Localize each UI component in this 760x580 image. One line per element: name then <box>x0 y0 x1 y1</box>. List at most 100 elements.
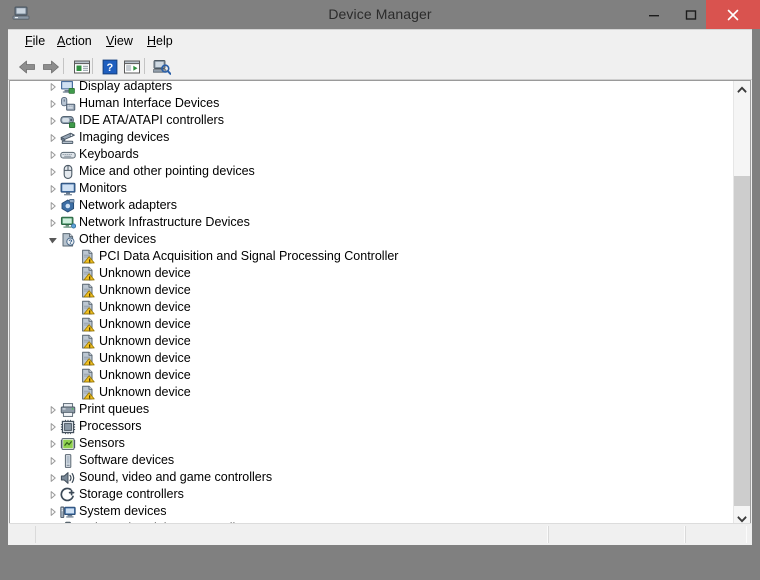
device-category-row[interactable]: IDE ATA/ATAPI controllers <box>10 112 733 129</box>
expand-triangle-icon[interactable] <box>46 129 60 146</box>
status-message <box>35 526 548 543</box>
expand-triangle-icon[interactable] <box>46 435 60 452</box>
device-label: System devices <box>79 503 167 520</box>
device-category-row[interactable]: Imaging devices <box>10 129 733 146</box>
device-category-row[interactable]: ? Other devices <box>10 231 733 248</box>
expand-triangle-icon[interactable] <box>46 469 60 486</box>
expand-triangle-icon[interactable] <box>46 418 60 435</box>
device-label: Network Infrastructure Devices <box>79 214 250 231</box>
printer-icon <box>60 402 76 418</box>
network-infra-icon <box>60 215 76 231</box>
toolbar-separator <box>144 58 145 74</box>
device-label: Network adapters <box>79 197 177 214</box>
expand-triangle-icon[interactable] <box>46 112 60 129</box>
device-tree: Display adapters Human Interface Devices… <box>10 81 733 527</box>
sensor-icon <box>60 436 76 452</box>
monitor-icon <box>60 181 76 197</box>
device-category-row[interactable]: Sound, video and game controllers <box>10 469 733 486</box>
device-manager-window: Device Manager File Action View Help <box>0 0 760 580</box>
device-item-row[interactable]: Unknown device <box>10 384 733 401</box>
toolbar: ? <box>8 53 752 80</box>
back-button[interactable] <box>16 56 38 77</box>
device-category-row[interactable]: Sensors <box>10 435 733 452</box>
device-label: Keyboards <box>79 146 139 163</box>
unknown-device-icon <box>80 351 96 367</box>
device-tree-pane[interactable]: Display adapters Human Interface Devices… <box>9 80 751 528</box>
device-label: Monitors <box>79 180 127 197</box>
menu-view[interactable]: View <box>101 34 138 50</box>
expand-triangle-icon[interactable] <box>46 503 60 520</box>
device-item-row[interactable]: Unknown device <box>10 350 733 367</box>
unknown-device-icon <box>80 317 96 333</box>
unknown-device-icon <box>80 249 96 265</box>
menu-action[interactable]: Action <box>52 34 97 50</box>
device-label: Unknown device <box>99 367 191 384</box>
other-device-icon: ? <box>60 232 76 248</box>
keyboard-icon <box>60 147 76 163</box>
device-category-row[interactable]: Mice and other pointing devices <box>10 163 733 180</box>
device-label: Display adapters <box>79 81 172 95</box>
forward-button[interactable] <box>40 56 62 77</box>
device-category-row[interactable]: Display adapters <box>10 81 733 95</box>
device-item-row[interactable]: Unknown device <box>10 265 733 282</box>
properties-button[interactable] <box>71 56 93 77</box>
device-category-row[interactable]: Keyboards <box>10 146 733 163</box>
device-category-row[interactable]: Human Interface Devices <box>10 95 733 112</box>
device-item-row[interactable]: Unknown device <box>10 316 733 333</box>
processor-icon <box>60 419 76 435</box>
close-button[interactable] <box>706 0 760 29</box>
device-label: Software devices <box>79 452 174 469</box>
device-label: Mice and other pointing devices <box>79 163 255 180</box>
menu-file[interactable]: File <box>20 34 50 50</box>
device-category-row[interactable]: Print queues <box>10 401 733 418</box>
device-item-row[interactable]: PCI Data Acquisition and Signal Processi… <box>10 248 733 265</box>
expand-triangle-icon[interactable] <box>46 163 60 180</box>
network-adapter-icon <box>60 198 76 214</box>
status-panel-2 <box>548 526 685 543</box>
vertical-scrollbar[interactable] <box>733 81 750 527</box>
expand-triangle-icon[interactable] <box>46 452 60 469</box>
toolbar-separator <box>63 58 64 74</box>
device-label: Unknown device <box>99 316 191 333</box>
ide-controller-icon <box>60 113 76 129</box>
collapse-triangle-icon[interactable] <box>46 231 60 248</box>
device-item-row[interactable]: Unknown device <box>10 367 733 384</box>
device-item-row[interactable]: Unknown device <box>10 299 733 316</box>
device-category-row[interactable]: Storage controllers <box>10 486 733 503</box>
unknown-device-icon <box>80 266 96 282</box>
update-driver-button[interactable] <box>121 56 143 77</box>
expand-triangle-icon[interactable] <box>46 401 60 418</box>
svg-text:?: ? <box>107 61 114 73</box>
device-label: Unknown device <box>99 282 191 299</box>
device-category-row[interactable]: Network adapters <box>10 197 733 214</box>
device-label: Sensors <box>79 435 125 452</box>
device-label: Unknown device <box>99 384 191 401</box>
device-category-row[interactable]: Processors <box>10 418 733 435</box>
expand-triangle-icon[interactable] <box>46 81 60 95</box>
device-label: IDE ATA/ATAPI controllers <box>79 112 224 129</box>
expand-triangle-icon[interactable] <box>46 180 60 197</box>
title-bar: Device Manager <box>0 0 760 29</box>
menu-help[interactable]: Help <box>142 34 178 50</box>
display-adapter-icon <box>60 81 76 95</box>
device-item-row[interactable]: Unknown device <box>10 333 733 350</box>
device-category-row[interactable]: System devices <box>10 503 733 520</box>
device-label: Unknown device <box>99 333 191 350</box>
device-category-row[interactable]: Monitors <box>10 180 733 197</box>
mouse-icon <box>60 164 76 180</box>
device-item-row[interactable]: Unknown device <box>10 282 733 299</box>
expand-triangle-icon[interactable] <box>46 197 60 214</box>
scan-hardware-button[interactable] <box>151 56 173 77</box>
device-label: Unknown device <box>99 299 191 316</box>
expand-triangle-icon[interactable] <box>46 95 60 112</box>
expand-triangle-icon[interactable] <box>46 214 60 231</box>
device-category-row[interactable]: Network Infrastructure Devices <box>10 214 733 231</box>
expand-triangle-icon[interactable] <box>46 486 60 503</box>
scrollbar-thumb[interactable] <box>734 176 750 506</box>
expand-triangle-icon[interactable] <box>46 146 60 163</box>
device-category-row[interactable]: Software devices <box>10 452 733 469</box>
unknown-device-icon <box>80 385 96 401</box>
help-button[interactable]: ? <box>99 56 121 77</box>
scroll-up-button[interactable] <box>734 81 750 98</box>
device-label: Unknown device <box>99 350 191 367</box>
